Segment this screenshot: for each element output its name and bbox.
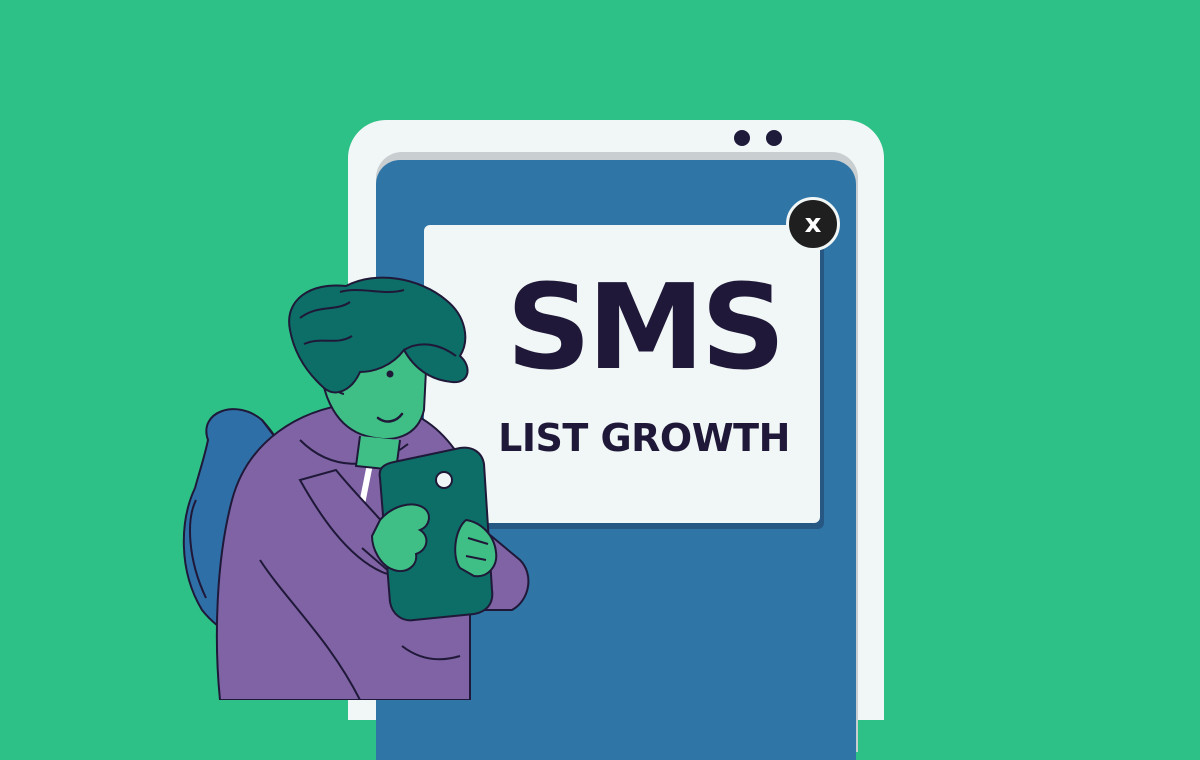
person-illustration — [182, 276, 530, 700]
illustration-scene: SMS LIST GROWTH x — [0, 0, 1200, 760]
